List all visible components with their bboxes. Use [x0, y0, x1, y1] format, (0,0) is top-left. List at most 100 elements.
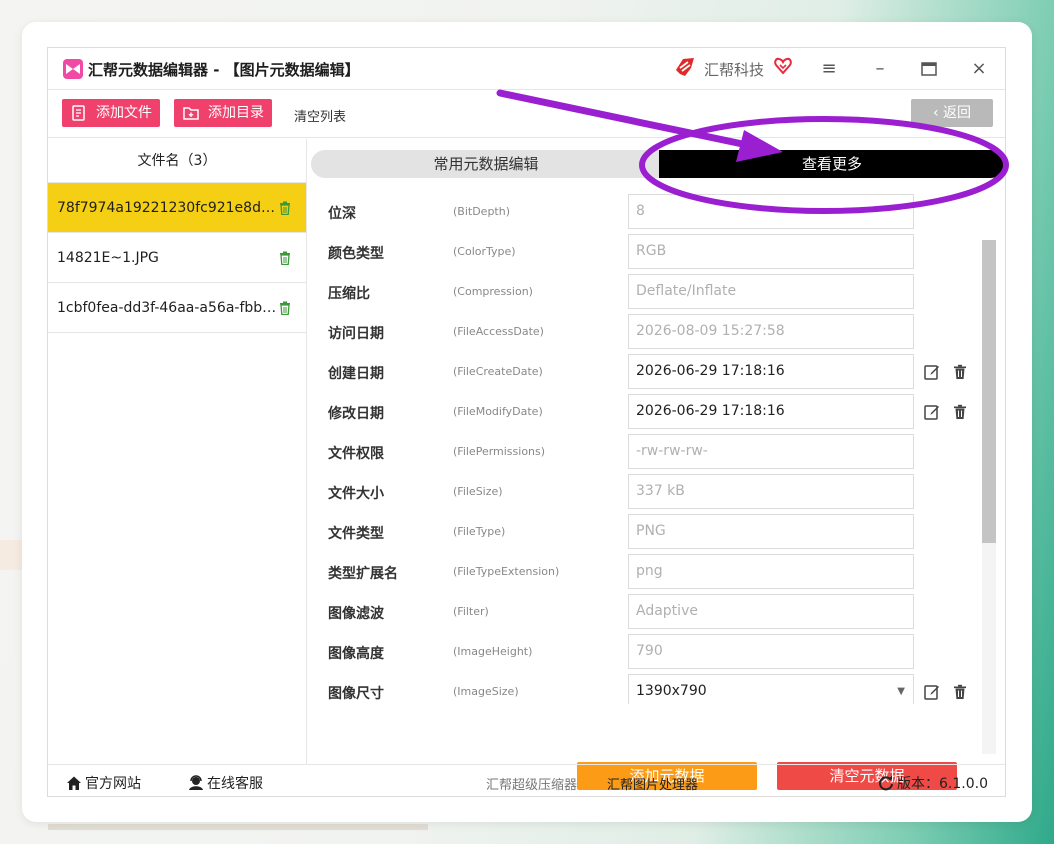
metadata-row: 压缩比 (Compression) Deflate/Inflate — [308, 272, 988, 312]
metadata-key: (FileModifyDate) — [453, 405, 543, 418]
metadata-value-field[interactable]: 337 kB — [628, 474, 914, 509]
clear-list-button[interactable]: 清空列表 — [294, 106, 346, 125]
background-bar — [48, 824, 428, 830]
trash-icon[interactable] — [278, 201, 292, 215]
trash-icon[interactable] — [278, 301, 292, 315]
window-title: 汇帮元数据编辑器 - 【图片元数据编辑】 — [88, 61, 360, 79]
metadata-value-field[interactable]: Deflate/Inflate — [628, 274, 914, 309]
metadata-value: -rw-rw-rw- — [636, 443, 708, 459]
menu-icon[interactable]: ≡ — [816, 56, 842, 82]
metadata-label: 修改日期 — [328, 406, 384, 422]
compressor-link[interactable]: 汇帮超级压缩器 — [486, 774, 577, 793]
minimize-icon[interactable]: – — [867, 56, 893, 82]
scrollbar[interactable] — [982, 240, 996, 754]
metadata-value-field[interactable]: RGB — [628, 234, 914, 269]
brand-name: 汇帮科技 — [704, 61, 765, 79]
edit-icon[interactable] — [924, 404, 940, 420]
metadata-value-field[interactable]: PNG — [628, 514, 914, 549]
trash-icon[interactable] — [952, 684, 968, 700]
add-file-button[interactable]: 添加文件 — [62, 99, 160, 127]
add-folder-icon — [183, 107, 199, 120]
metadata-key: (ColorType) — [453, 245, 516, 258]
chevron-left-icon: ‹ — [932, 105, 944, 121]
metadata-value-field[interactable]: 2026-06-29 17:18:16 — [628, 354, 914, 389]
metadata-key: (ImageSize) — [453, 685, 519, 698]
add-file-label: 添加文件 — [96, 105, 152, 121]
metadata-row: 文件类型 (FileType) PNG — [308, 512, 988, 552]
metadata-value-field[interactable]: 8 — [628, 194, 914, 229]
metadata-row: 访问日期 (FileAccessDate) 2026-08-09 15:27:58 — [308, 312, 988, 352]
metadata-value: PNG — [636, 523, 666, 539]
metadata-key: (FileTypeExtension) — [453, 565, 560, 578]
add-directory-label: 添加目录 — [208, 105, 264, 121]
metadata-label: 文件大小 — [328, 486, 384, 502]
metadata-value-field[interactable]: Adaptive — [628, 594, 914, 629]
metadata-row: 创建日期 (FileCreateDate) 2026-06-29 17:18:16 — [308, 352, 988, 392]
metadata-key: (ImageHeight) — [453, 645, 533, 658]
metadata-label: 类型扩展名 — [328, 566, 398, 582]
add-directory-button[interactable]: 添加目录 — [174, 99, 272, 127]
file-list-item[interactable]: 78f7974a19221230fc921e8d6e58.png — [48, 183, 306, 233]
metadata-value-field[interactable]: 790 — [628, 634, 914, 669]
close-icon[interactable]: × — [966, 56, 992, 82]
official-website-label: 官方网站 — [85, 776, 141, 792]
image-processor-link[interactable]: 汇帮图片处理器 — [607, 774, 698, 793]
metadata-value-field[interactable]: 2026-08-09 15:27:58 — [628, 314, 914, 349]
metadata-label: 压缩比 — [328, 286, 370, 302]
tab-view-more[interactable]: 查看更多 — [659, 150, 1005, 178]
edit-icon[interactable] — [924, 364, 940, 380]
tab-common-metadata[interactable]: 常用元数据编辑 — [311, 150, 661, 178]
file-name: 1cbf0fea-dd3f-46aa-a56a-fbb5c0e3a1.png — [57, 300, 277, 316]
metadata-value: Adaptive — [636, 603, 698, 619]
add-file-icon — [72, 105, 85, 121]
metadata-value-field[interactable]: 1390x790 ▼ — [628, 674, 914, 704]
heart-icon[interactable] — [774, 57, 792, 75]
metadata-row: 图像高度 (ImageHeight) 790 — [308, 632, 988, 672]
metadata-key: (Compression) — [453, 285, 533, 298]
toolbar: 添加文件 添加目录 清空列表 ‹ 返回 — [48, 90, 1005, 138]
file-list-item[interactable]: 1cbf0fea-dd3f-46aa-a56a-fbb5c0e3a1.png — [48, 283, 306, 333]
metadata-label: 文件权限 — [328, 446, 384, 462]
dropdown-caret-icon[interactable]: ▼ — [897, 675, 905, 704]
metadata-key: (FileSize) — [453, 485, 503, 498]
metadata-value: RGB — [636, 243, 667, 259]
metadata-key: (Filter) — [453, 605, 489, 618]
metadata-label: 颜色类型 — [328, 246, 384, 262]
back-button[interactable]: ‹ 返回 — [911, 99, 993, 127]
scrollbar-thumb[interactable] — [982, 240, 996, 543]
maximize-icon[interactable] — [916, 56, 942, 82]
metadata-label: 图像滤波 — [328, 606, 384, 622]
trash-icon[interactable] — [278, 251, 292, 265]
online-service-label: 在线客服 — [207, 776, 263, 792]
metadata-row: 图像尺寸 (ImageSize) 1390x790 ▼ — [308, 672, 988, 704]
metadata-value: 337 kB — [636, 483, 685, 499]
edit-icon[interactable] — [924, 684, 940, 700]
metadata-value-field[interactable]: png — [628, 554, 914, 589]
metadata-label: 创建日期 — [328, 366, 384, 382]
metadata-value: 790 — [636, 643, 663, 659]
file-list-item[interactable]: 14821E~1.JPG — [48, 233, 306, 283]
metadata-row: 位深 (BitDepth) 8 — [308, 192, 988, 232]
customer-service-icon — [189, 775, 203, 790]
back-label: 返回 — [943, 105, 972, 121]
official-website-link[interactable]: 官方网站 — [66, 773, 141, 793]
metadata-label: 图像高度 — [328, 646, 384, 662]
online-service-link[interactable]: 在线客服 — [188, 773, 263, 793]
trash-icon[interactable] — [952, 364, 968, 380]
metadata-key: (FileCreateDate) — [453, 365, 543, 378]
refresh-icon — [879, 775, 893, 791]
trash-icon[interactable] — [952, 404, 968, 420]
metadata-panel: 常用元数据编辑 查看更多 位深 (BitDepth) 8 颜色类型 (ColorType… — [308, 139, 1005, 790]
metadata-row: 文件权限 (FilePermissions) -rw-rw-rw- — [308, 432, 988, 472]
file-list-header: 文件名（3） — [48, 139, 306, 183]
metadata-value: 2026-08-09 15:27:58 — [636, 323, 785, 339]
metadata-value-field[interactable]: -rw-rw-rw- — [628, 434, 914, 469]
home-icon — [67, 776, 81, 790]
metadata-value-field[interactable]: 2026-06-29 17:18:16 — [628, 394, 914, 429]
metadata-label: 位深 — [328, 206, 356, 222]
metadata-row: 修改日期 (FileModifyDate) 2026-06-29 17:18:16 — [308, 392, 988, 432]
app-window: 汇帮元数据编辑器 - 【图片元数据编辑】 汇帮科技 ≡ – × 添加文件 添加目… — [47, 47, 1006, 797]
metadata-row: 图像滤波 (Filter) Adaptive — [308, 592, 988, 632]
version-info[interactable]: 版本：6.1.0.0 — [878, 773, 988, 793]
metadata-label: 图像尺寸 — [328, 686, 384, 702]
